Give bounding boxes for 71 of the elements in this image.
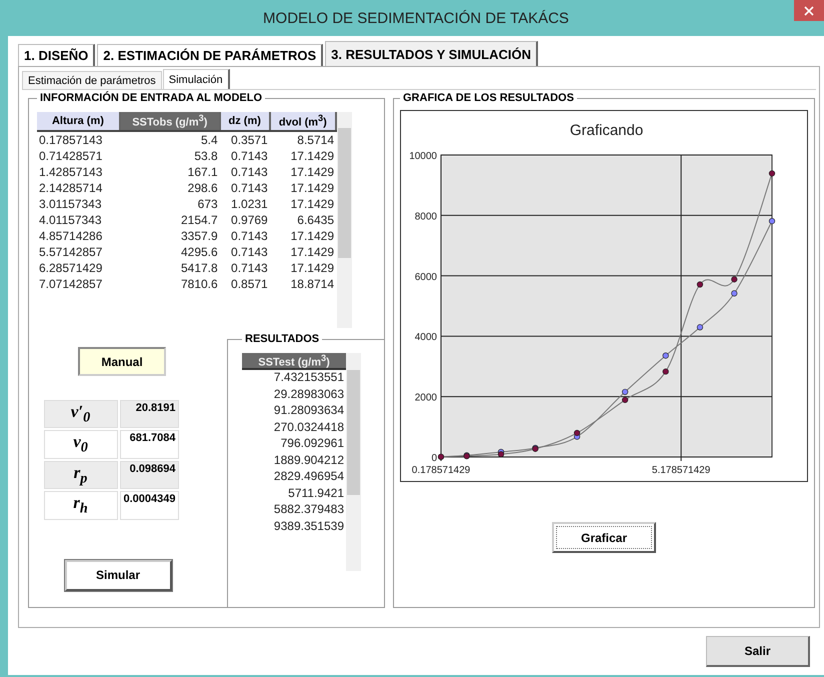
parameter-value: 0.098694 [120,460,178,490]
list-cell-text: 7.432153551 [274,370,345,386]
parameter-value: 20.8191 [120,400,178,428]
table-cell-text: 2154.7 [180,212,219,228]
axis-label: 0.178571429 [412,465,470,476]
table-cell-text: 17.1429 [290,244,335,260]
list-cell-text: 5711.9421 [288,486,345,502]
table-cell-text: 0.71428571 [38,148,104,164]
table-cell-text: 1.42857143 [38,164,104,180]
parameter-value: 681.7084 [120,430,178,459]
list-cell-text: 5882.379483 [274,502,345,518]
list-cell-text: 29.28983063 [274,386,345,402]
table-cell-text: 673 [196,196,219,212]
table-cell-text: 4.85714286 [38,228,104,244]
parameter-symbol: v′$_{0}$ [44,400,118,428]
table-cell-text: 17.1429 [290,260,335,276]
table-cell-text: 17.1429 [290,196,335,212]
table-cell-text: 0.7143 [230,260,269,276]
table-cell: 8.5714 [270,130,336,148]
list-cell-text: 1889.904212 [274,452,345,468]
table-cell-text: 17.1429 [290,148,335,164]
list-cell-text: 2829.496954 [274,469,345,485]
parameter-symbol: r$_{p}$ [44,460,118,490]
axis-label: 8000 [414,211,437,222]
table-cell-text: 7.07142857 [38,276,104,292]
window-title: MODELO DE SEDIMENTACIÓN DE TAKÁCS [263,10,569,26]
axis-label: 4000 [414,332,437,344]
table-cell-text: 6.28571429 [38,260,104,276]
list-cell-text: 796.092961 [280,436,345,452]
table-cell-text: 0.7143 [230,164,269,180]
group-title: RESULTADOS [244,333,320,345]
table-cell: 0.3571 [220,130,270,148]
table-cell: 0.17857143 [37,130,120,148]
group-title: INFORMACIÓN DE ENTRADA AL MODELO [39,92,264,104]
list-cell-text: 91.28093634 [274,403,345,419]
parameter-value: 0.0004349 [120,491,178,520]
table-cell-text: 0.7143 [230,180,269,196]
table-cell-text: 5417.8 [180,260,219,276]
table-cell-text: 3.01157343 [38,196,103,212]
parameter-symbol: r$_{h}$ [44,491,118,520]
table-cell-text: 17.1429 [290,180,335,196]
axis-label: 0 [431,453,437,464]
table-cell-text: 4.01157343 [38,212,103,228]
list-cell-text: 270.0324418 [274,420,345,436]
table-cell-text: 298.6 [186,180,219,196]
list-cell-text: 9389.351539 [274,518,345,534]
parameter-symbol: v$_{0}$ [44,430,118,459]
table-cell-text: 0.7143 [230,228,269,244]
table-cell-text: 167.1 [186,164,219,180]
axis-label: 10000 [409,151,437,162]
table-cell-text: 2.14285714 [38,180,104,196]
axis-label: 6000 [414,272,437,283]
table-cell-text: 6.6435 [296,212,335,228]
table-cell-text: 18.8714 [290,276,335,292]
group-title: GRAFICA DE LOS RESULTADOS [402,92,575,104]
table-cell-text: 4295.6 [180,244,219,260]
table-cell-text: 0.8571 [230,276,269,292]
table-cell-text: 0.7143 [230,148,269,164]
axis-label: 5.178571429 [652,465,710,476]
table-cell-text: 17.1429 [290,164,335,180]
table-cell-text: 0.9769 [230,212,269,228]
table-cell: 5.4 [120,130,220,148]
table-cell-text: 7810.6 [180,276,219,292]
table-cell-text: 0.7143 [230,244,269,260]
table-cell-text: 5.57142857 [38,244,104,260]
table-cell-text: 3357.9 [180,228,219,244]
axis-label: 2000 [414,392,437,404]
table-cell-text: 53.8 [193,148,219,164]
table-cell-text: 17.1429 [290,228,335,244]
chart-title: Graficando [570,122,644,139]
table-cell-text: 1.0231 [230,196,269,212]
